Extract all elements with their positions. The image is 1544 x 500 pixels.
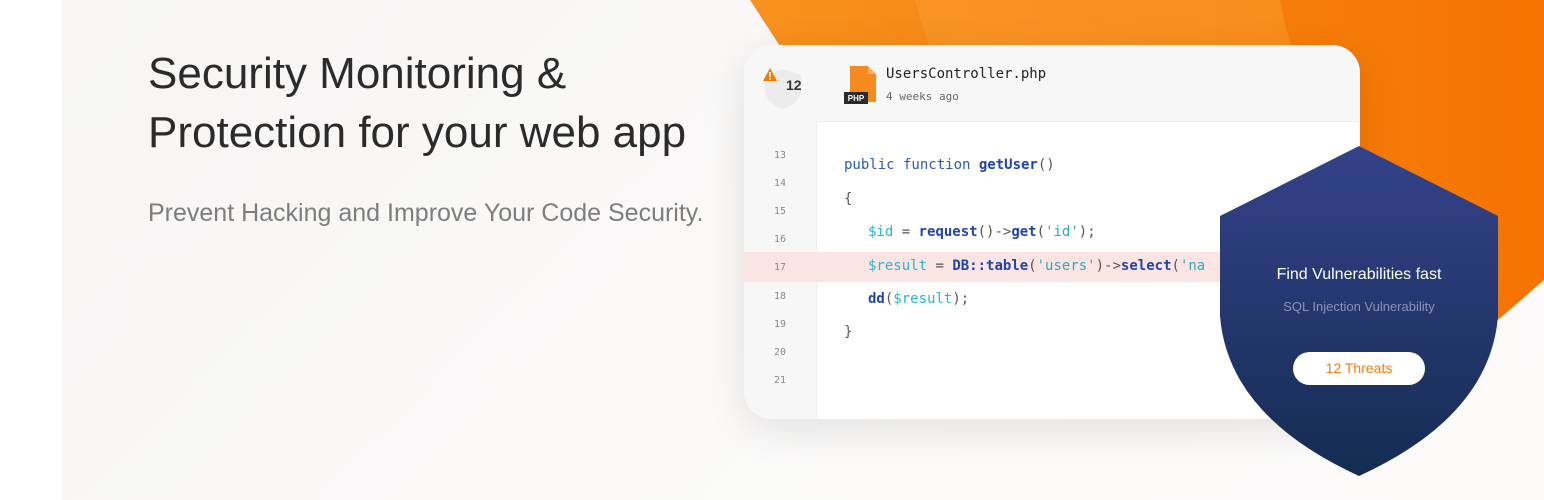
- code-token: (: [1028, 258, 1037, 274]
- code-token: (: [1036, 224, 1046, 240]
- line-number: 18: [773, 291, 787, 302]
- line-number: 16: [773, 234, 787, 245]
- code-line: dd($result);: [868, 291, 969, 307]
- threats-button[interactable]: 12 Threats: [1293, 352, 1425, 385]
- code-token: $id: [868, 224, 894, 240]
- code-token: )->: [1095, 258, 1121, 274]
- code-line: }: [844, 324, 852, 340]
- line-number: 19: [773, 319, 787, 330]
- code-token: $result: [893, 291, 953, 307]
- code-token: request: [918, 224, 978, 240]
- file-modified-time: 4 weeks ago: [886, 90, 959, 103]
- code-token: public function: [844, 157, 979, 173]
- shield-subtitle: SQL Injection Vulnerability: [1283, 299, 1435, 314]
- line-number: 20: [773, 347, 787, 358]
- code-token: DB::table: [952, 258, 1029, 274]
- code-token: );: [952, 291, 970, 307]
- code-token: }: [844, 324, 853, 340]
- vulnerable-code-line: $result = DB::table('users')->select('na: [868, 258, 1205, 274]
- code-token: =: [893, 224, 919, 240]
- code-line: {: [844, 191, 852, 207]
- code-token: select: [1120, 258, 1172, 274]
- code-token: =: [927, 258, 953, 274]
- file-name[interactable]: UsersController.php: [886, 66, 1046, 82]
- code-token: $result: [868, 258, 928, 274]
- code-token: 'users': [1036, 258, 1096, 274]
- code-token: (): [1037, 157, 1055, 173]
- code-token: getUser: [978, 157, 1038, 173]
- code-token: {: [844, 191, 853, 207]
- code-line: public function getUser(): [844, 157, 1055, 173]
- php-badge-label: PHP: [848, 94, 865, 103]
- code-token: (: [1171, 258, 1180, 274]
- file-header: [816, 45, 1360, 122]
- php-file-icon: PHP: [844, 66, 876, 104]
- code-token: );: [1078, 224, 1096, 240]
- code-line: $id = request()->get('id');: [868, 224, 1096, 240]
- hero-title-line-1: Security Monitoring &: [148, 49, 567, 98]
- line-number-highlighted: 17: [773, 262, 787, 273]
- threat-count: 12: [786, 77, 802, 93]
- line-number: 15: [773, 206, 787, 217]
- code-token: ()->: [977, 224, 1012, 240]
- code-token: 'na: [1179, 258, 1206, 274]
- hero-title: Security Monitoring & Protection for you…: [148, 44, 748, 162]
- code-token: get: [1011, 224, 1037, 240]
- hero-title-line-2: Protection for your web app: [148, 108, 687, 157]
- line-number: 14: [773, 178, 787, 189]
- code-token: dd: [868, 291, 885, 307]
- shield-icon: [1222, 148, 1260, 192]
- threat-count-badge[interactable]: 12: [762, 67, 804, 111]
- code-token: 'id': [1045, 224, 1079, 240]
- line-number: 13: [773, 150, 787, 161]
- line-number: 21: [773, 375, 787, 386]
- warning-icon: [763, 68, 777, 81]
- hero-subtitle: Prevent Hacking and Improve Your Code Se…: [148, 199, 704, 227]
- vulnerability-shield-card: Find Vulnerabilities fast SQL Injection …: [1220, 146, 1498, 478]
- shield-title: Find Vulnerabilities fast: [1276, 266, 1442, 283]
